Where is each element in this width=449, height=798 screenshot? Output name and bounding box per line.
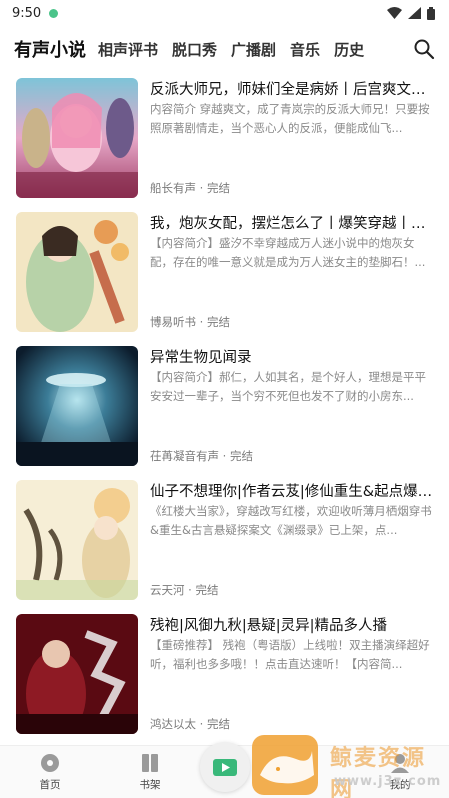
now-playing-button[interactable] — [200, 742, 250, 792]
bottom-nav: 首页 书架 我的 — [0, 742, 449, 798]
nav-home[interactable]: 首页 — [20, 752, 80, 792]
item-title: 我，炮灰女配，摆烂怎么了丨爆笑穿越丨团... — [150, 216, 435, 232]
category-tabs: 有声小说 相声评书 脱口秀 广播剧 音乐 历史 — [0, 32, 449, 66]
cover-image — [16, 614, 138, 734]
status-time: 9:50 — [12, 5, 42, 21]
cover-image — [16, 346, 138, 466]
item-title: 仙子不想理你|作者云芨|修仙重生&起点爆款... — [150, 484, 435, 500]
item-title: 反派大师兄，师妹们全是病娇丨后宫爽文丨... — [150, 82, 435, 98]
item-meta: 船长有声 · 完结 — [150, 181, 230, 195]
wifi-icon — [387, 7, 402, 19]
nav-home-label: 首页 — [39, 779, 61, 791]
user-icon — [391, 754, 409, 773]
nav-mine[interactable]: 我的 — [370, 752, 430, 792]
cover-image — [16, 78, 138, 198]
disc-icon — [41, 754, 59, 772]
list-item[interactable]: 我，炮灰女配，摆烂怎么了丨爆笑穿越丨团... 【内容简介】盛汐不幸穿越成万人迷小… — [0, 208, 449, 334]
tab-radio-drama[interactable]: 广播剧 — [231, 39, 276, 60]
status-icons — [387, 6, 435, 20]
nav-mine-label: 我的 — [389, 779, 411, 791]
player-icon — [213, 759, 237, 776]
tab-audio-novel[interactable]: 有声小说 — [14, 36, 86, 62]
cover-image — [16, 212, 138, 332]
item-description: 《红楼大当家》，穿越改写红楼，欢迎收听薄月栖烟穿书&重生&古言悬疑探案文《渊缀录… — [150, 504, 432, 537]
tab-music[interactable]: 音乐 — [290, 39, 320, 60]
list-item[interactable]: 残袍|风御九秋|悬疑|灵异|精品多人播 【重磅推荐】 残袍（粤语版）上线啦！双主… — [0, 610, 449, 736]
tab-crosstalk[interactable]: 相声评书 — [98, 39, 158, 60]
item-description: 【重磅推荐】 残袍（粤语版）上线啦！双主播演绎超好听，福利也多多哦！！点击直达速… — [150, 638, 430, 671]
nav-bookshelf-label: 书架 — [139, 779, 161, 791]
notification-icon — [49, 8, 59, 18]
item-description: 【内容简介】郝仁，人如其名，是个好人，理想是平平安安过一辈子，当个穷不死但也发不… — [150, 370, 426, 403]
item-meta: 鸿达以太 · 完结 — [150, 717, 230, 731]
search-icon[interactable] — [413, 38, 435, 60]
tab-talk-show[interactable]: 脱口秀 — [172, 39, 217, 60]
nav-bookshelf[interactable]: 书架 — [120, 752, 180, 792]
tab-history[interactable]: 历史 — [334, 39, 364, 60]
status-bar: 9:50 — [0, 0, 449, 26]
battery-icon — [427, 6, 435, 20]
list-item[interactable]: 仙子不想理你|作者云芨|修仙重生&起点爆款... 《红楼大当家》，穿越改写红楼，… — [0, 476, 449, 602]
list-item[interactable]: 反派大师兄，师妹们全是病娇丨后宫爽文丨... 内容简介 穿越爽文，成了青岚宗的反… — [0, 74, 449, 200]
cover-image — [16, 480, 138, 600]
item-title: 残袍|风御九秋|悬疑|灵异|精品多人播 — [150, 618, 388, 634]
item-title: 异常生物见闻录 — [150, 350, 252, 366]
item-meta: 云天河 · 完结 — [150, 583, 219, 597]
list-item[interactable]: 异常生物见闻录 【内容简介】郝仁，人如其名，是个好人，理想是平平安安过一辈子，当… — [0, 342, 449, 468]
item-description: 【内容简介】盛汐不幸穿越成万人迷小说中的炮灰女配，存在的唯一意义就是成为万人迷女… — [150, 236, 426, 269]
signal-icon — [408, 7, 421, 19]
item-meta: 茌苒凝音有声 · 完结 — [150, 449, 253, 463]
bookshelf-icon — [142, 754, 158, 772]
item-meta: 博易听书 · 完结 — [150, 315, 230, 329]
item-description: 内容简介 穿越爽文，成了青岚宗的反派大师兄！只要按照原著剧情走，当个恶心人的反派… — [150, 102, 430, 135]
